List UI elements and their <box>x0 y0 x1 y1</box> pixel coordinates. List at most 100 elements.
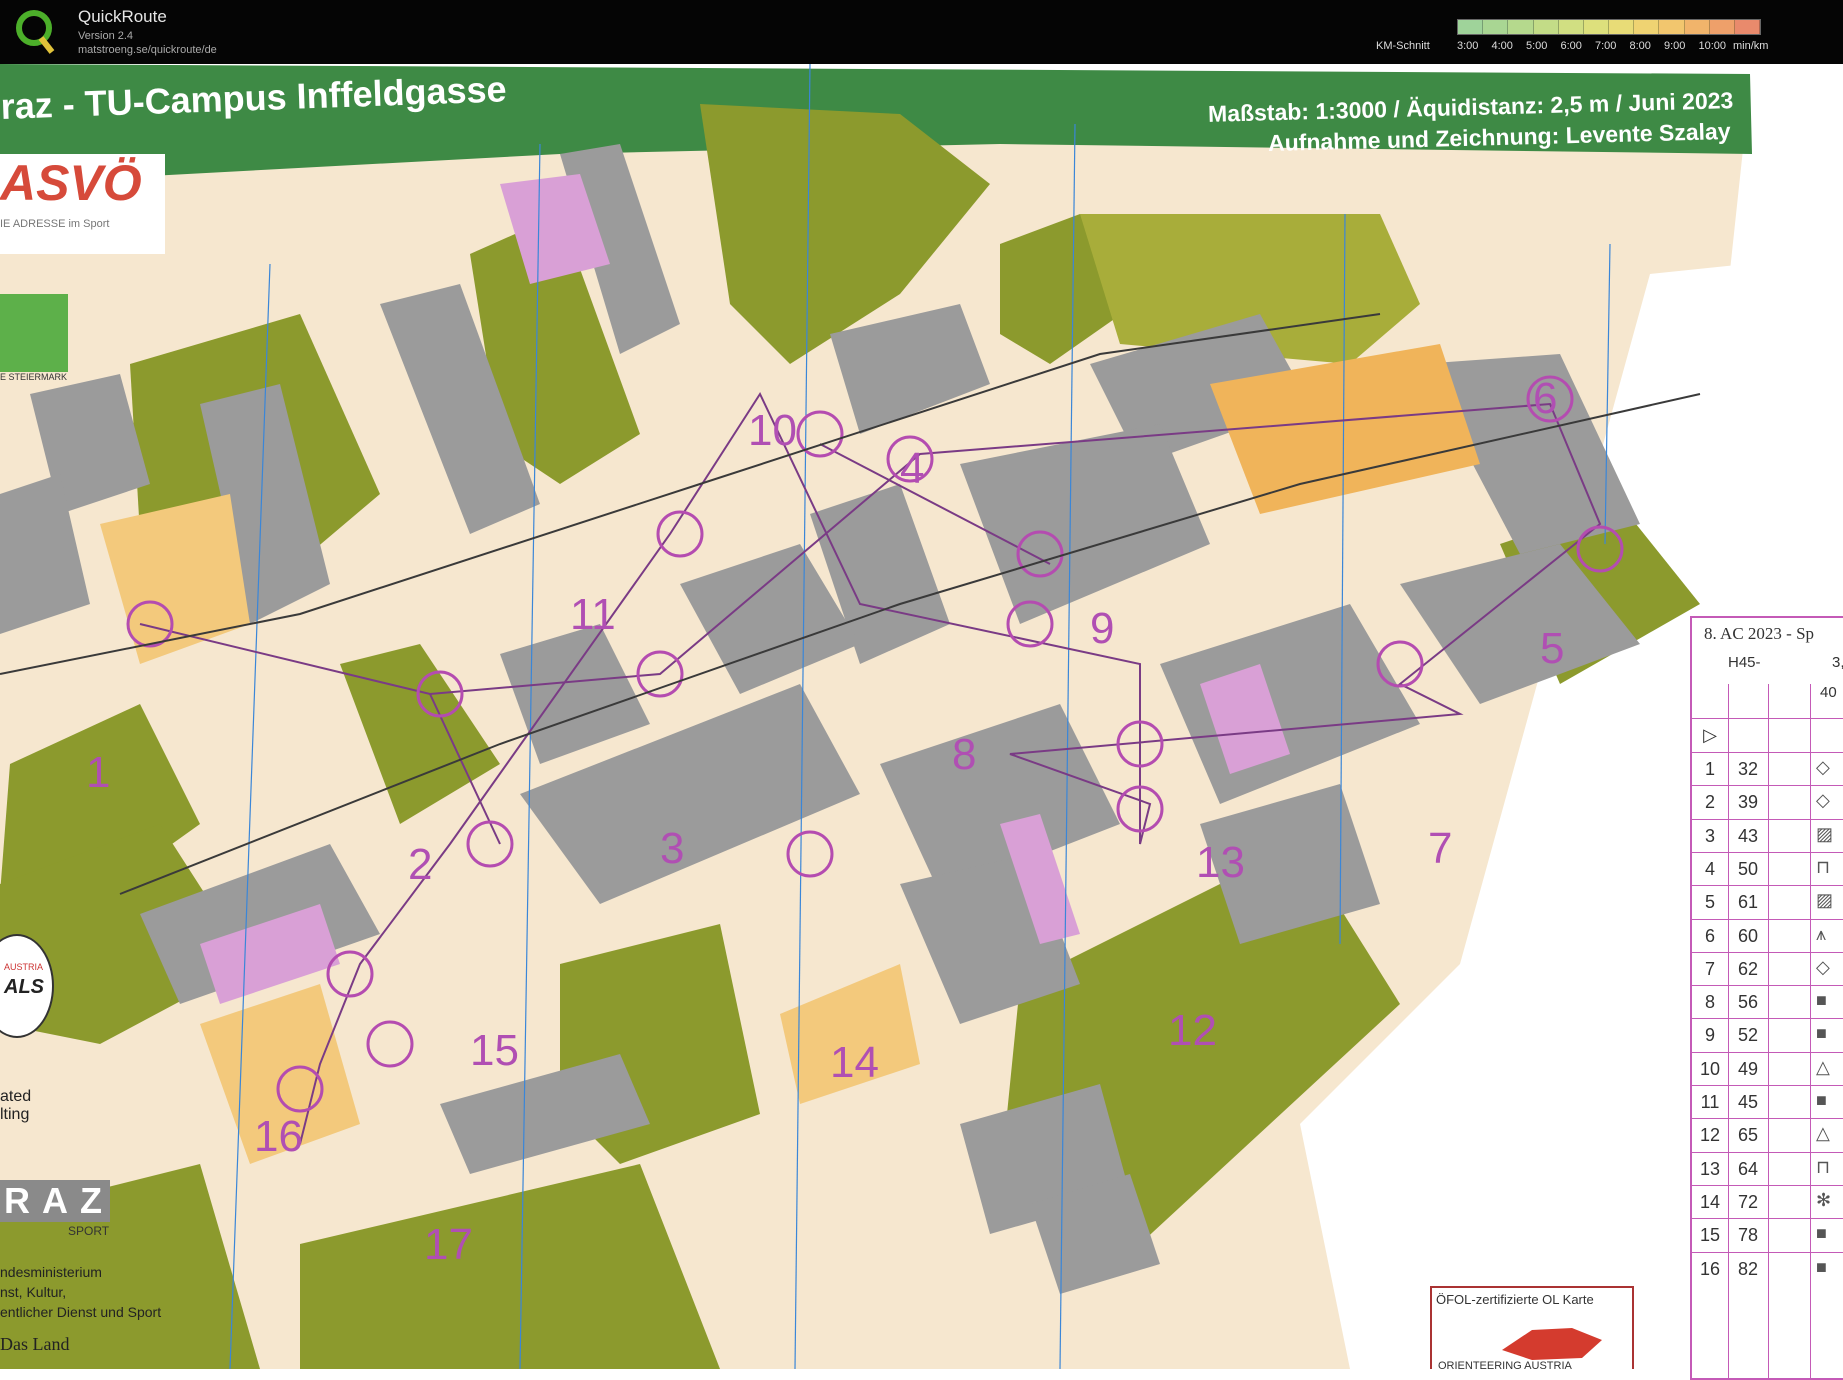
pace-color-cell <box>1634 20 1660 34</box>
desc-row-code: 43 <box>1737 825 1759 846</box>
pace-color-cell <box>1508 20 1534 34</box>
sponsor-asvo: ASVÖ IE ADRESSE im Sport <box>0 154 165 254</box>
desc-row-symbol-icon: ⊓ <box>1816 1156 1831 1177</box>
sponsor-asvo-sub: IE ADRESSE im Sport <box>0 218 110 230</box>
desc-row-number: 6 <box>1704 925 1715 946</box>
pace-color-cell <box>1483 20 1509 34</box>
pace-tick: 9:00 <box>1664 40 1686 52</box>
control-number-8: 8 <box>952 730 977 779</box>
pace-tick: 3:00 <box>1457 40 1479 52</box>
pace-tick: 4:00 <box>1491 40 1513 52</box>
desc-row-code: 82 <box>1737 1258 1759 1279</box>
desc-row-code: 32 <box>1737 759 1759 779</box>
desc-row-symbol-icon: ◇ <box>1816 956 1830 977</box>
pace-color-cell <box>1583 20 1610 34</box>
control-number-10: 10 <box>748 406 797 455</box>
desc-row-number: 8 <box>1704 992 1715 1013</box>
control-number-12: 12 <box>1168 1006 1217 1055</box>
desc-row-number: 7 <box>1704 958 1715 979</box>
desc-row-symbol-icon: ■ <box>1816 1023 1827 1044</box>
control-description-sheet: 8. AC 2023 - Sp H45- 3, 40 ▷ 1 32 ◇ 2 39 ◇ 3 43… <box>1690 616 1843 1380</box>
pace-color-cell <box>1458 20 1484 34</box>
desc-row-code: 78 <box>1737 1225 1759 1246</box>
pace-color-cell <box>1533 20 1559 34</box>
pace-tick: 6:00 <box>1560 40 1582 52</box>
desc-row-code: 56 <box>1737 992 1759 1013</box>
desc-row-symbol-icon: ✻ <box>1816 1189 1832 1210</box>
desc-climb: 40 <box>1820 684 1837 701</box>
pace-tick: 5:00 <box>1526 40 1548 52</box>
desc-row-symbol-icon: ▨ <box>1816 890 1834 911</box>
quickroute-logo-icon <box>14 6 58 56</box>
desc-row-number: 13 <box>1699 1158 1721 1179</box>
desc-length: 3, <box>1832 654 1843 671</box>
desc-row-code: 62 <box>1737 958 1759 979</box>
desc-row-symbol-icon: ■ <box>1816 1256 1827 1277</box>
desc-row-symbol-icon: △ <box>1816 1123 1830 1144</box>
pace-color-cell <box>1659 20 1685 34</box>
pace-legend-label: KM-Schnitt <box>1376 40 1430 52</box>
desc-row-code: 39 <box>1737 792 1759 813</box>
desc-row-number: 16 <box>1699 1258 1721 1279</box>
app-url: matstroeng.se/quickroute/de <box>78 44 217 56</box>
desc-row-number: 9 <box>1704 1025 1715 1046</box>
desc-row-number: 1 <box>1704 759 1715 779</box>
desc-row-symbol-icon: ▨ <box>1816 823 1834 844</box>
control-number-4: 4 <box>900 444 925 493</box>
desc-title: 8. AC 2023 - Sp <box>1704 624 1815 643</box>
sponsor-asvo-logo: ASVÖ <box>0 155 142 211</box>
desc-row-number: 14 <box>1699 1191 1721 1212</box>
control-number-13: 13 <box>1196 838 1245 887</box>
app-version: Version 2.4 <box>78 30 134 42</box>
control-number-3: 3 <box>660 824 685 873</box>
orienteering-map[interactable]: raz - TU-Campus Inffeldgasse Maßstab: 1:… <box>0 64 1843 1369</box>
ministry-line-2: nst, Kultur, <box>0 1284 67 1300</box>
desc-divider <box>1768 684 1769 1378</box>
control-number-9: 9 <box>1090 604 1115 653</box>
desc-row-code: 50 <box>1737 858 1759 879</box>
stmk-logo-icon <box>0 294 68 372</box>
desc-row-number: 10 <box>1699 1058 1721 1079</box>
desc-class: H45- <box>1728 654 1761 671</box>
pace-color-cell <box>1734 20 1761 34</box>
ministry-line-4: Das Land <box>0 1334 70 1354</box>
control-number-1: 1 <box>86 748 111 797</box>
desc-row-number: 2 <box>1704 792 1715 813</box>
pace-color-cell <box>1709 20 1735 34</box>
control-number-7: 7 <box>1428 824 1453 873</box>
desc-divider <box>1810 684 1811 1378</box>
desc-row-symbol-icon: △ <box>1816 1056 1830 1077</box>
app-header: QuickRoute Version 2.4 matstroeng.se/qui… <box>0 0 1843 64</box>
side-text-1: ated <box>0 1088 32 1105</box>
ministry-line-1: ndesministerium <box>0 1264 102 1280</box>
control-number-15: 15 <box>470 1026 519 1075</box>
desc-row-code: 45 <box>1737 1092 1759 1112</box>
desc-row-number: 4 <box>1704 858 1715 879</box>
pace-color-scale <box>1457 19 1761 35</box>
app-title: QuickRoute <box>78 7 167 26</box>
desc-row-number: 5 <box>1704 892 1715 913</box>
desc-row-symbol-icon: ■ <box>1816 1090 1827 1110</box>
control-number-14: 14 <box>830 1038 879 1087</box>
pace-tick: 10:00 <box>1698 40 1727 52</box>
pace-color-cell <box>1558 20 1584 34</box>
desc-row-code: 60 <box>1737 925 1759 946</box>
desc-row-code: 49 <box>1737 1058 1759 1079</box>
desc-row-code: 72 <box>1737 1191 1759 1212</box>
desc-row-symbol-icon: ◇ <box>1816 757 1830 777</box>
desc-row-symbol-icon: ◇ <box>1816 790 1830 811</box>
control-number-17: 17 <box>424 1220 473 1269</box>
pace-tick: 8:00 <box>1629 40 1651 52</box>
control-number-16: 16 <box>254 1112 303 1161</box>
start-triangle-icon: ▷ <box>1703 725 1717 745</box>
pace-tick: 7:00 <box>1595 40 1617 52</box>
control-number-11: 11 <box>570 590 616 639</box>
desc-row-number: 11 <box>1700 1092 1720 1112</box>
desc-row-symbol-icon: ■ <box>1816 990 1827 1011</box>
desc-row-number: 15 <box>1699 1225 1721 1246</box>
desc-row-code: 52 <box>1737 1025 1759 1046</box>
desc-row-symbol-icon: ■ <box>1816 1223 1827 1244</box>
control-number-6: 6 <box>1533 374 1558 423</box>
side-text-2: lting <box>0 1106 30 1123</box>
desc-row-number: 12 <box>1699 1125 1721 1146</box>
